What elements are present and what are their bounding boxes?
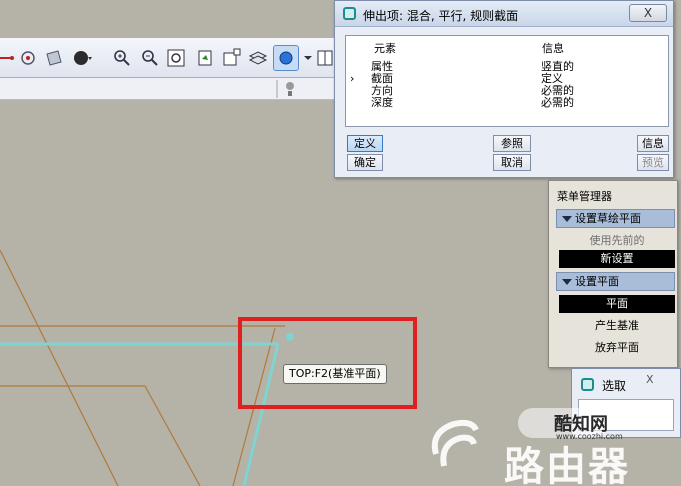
datum-display-icon[interactable] (0, 48, 20, 68)
table-row[interactable]: 方向 必需的 (346, 85, 668, 96)
datum-tooltip: TOP:F2(基准平面) (283, 364, 387, 384)
row-element: 截面 (371, 72, 393, 85)
current-row-marker: › (350, 72, 355, 85)
menu-section-label: 设置草绘平面 (575, 212, 641, 225)
select-window-title: 选取 (602, 379, 627, 393)
dialog-title: 伸出项: 混合, 平行, 规则截面 (363, 9, 519, 23)
view-toolbar (0, 38, 336, 78)
divider (276, 80, 278, 98)
table-row[interactable]: 深度 必需的 (346, 97, 668, 108)
collapse-triangle-icon (562, 279, 572, 285)
menu-manager: 菜单管理器 设置草绘平面 使用先前的 新设置 设置平面 平面 产生基准 放弃平面 (548, 180, 678, 368)
window-icon (581, 378, 594, 391)
annotation-highlight-box (238, 317, 417, 409)
close-button[interactable]: X (629, 4, 667, 22)
menu-section-setup-sketch-plane[interactable]: 设置草绘平面 (556, 209, 675, 228)
column-header-element: 元素 (374, 42, 396, 55)
model-tree-icon[interactable] (316, 48, 336, 68)
shading-icon[interactable] (72, 48, 92, 68)
menu-item-use-previous[interactable]: 使用先前的 (559, 232, 675, 250)
row-info: 必需的 (541, 96, 574, 109)
window-icon (343, 7, 356, 20)
row-info: 必需的 (541, 84, 574, 97)
named-views-icon[interactable] (222, 48, 242, 68)
row-info: 定义 (541, 72, 563, 85)
menu-section-setup-plane[interactable]: 设置平面 (556, 272, 675, 291)
sketch-line-diagonal (144, 385, 201, 486)
menu-manager-title: 菜单管理器 (557, 190, 612, 203)
appearance-button[interactable] (273, 45, 299, 71)
spin-center-icon[interactable] (18, 48, 38, 68)
feature-dialog: 伸出项: 混合, 平行, 规则截面 X 元素 信息 属性 竖直的 › 截面 定义… (334, 0, 674, 178)
zoom-out-icon[interactable] (140, 48, 160, 68)
cancel-button[interactable]: 取消 (493, 154, 531, 171)
table-row[interactable]: 属性 竖直的 (346, 61, 668, 72)
menu-item-create-datum[interactable]: 产生基准 (559, 317, 675, 335)
sketch-line-left (0, 249, 119, 486)
info-button[interactable]: 信息 (637, 135, 669, 152)
ok-button[interactable]: 确定 (347, 154, 383, 171)
collapse-triangle-icon (562, 216, 572, 222)
zoom-in-icon[interactable] (112, 48, 132, 68)
row-element: 方向 (371, 84, 393, 97)
orient-icon[interactable] (44, 48, 64, 68)
menu-item-quit-plane[interactable]: 放弃平面 (559, 339, 675, 357)
refit-icon[interactable] (166, 48, 186, 68)
column-header-info: 信息 (542, 42, 564, 55)
preview-button[interactable]: 预览 (637, 154, 669, 171)
watermark-logo-icon (431, 419, 479, 467)
row-element: 深度 (371, 96, 393, 109)
appearance-icon (279, 51, 293, 65)
menu-section-label: 设置平面 (575, 275, 619, 288)
menu-item-plane[interactable]: 平面 (559, 295, 675, 313)
secondary-toolbar (0, 78, 336, 100)
select-close-button[interactable]: X (646, 373, 654, 386)
table-row[interactable]: › 截面 定义 (346, 73, 668, 84)
row-info: 竖直的 (541, 60, 574, 73)
watermark-big-text: 路由器 (504, 444, 630, 486)
layers-icon[interactable] (248, 48, 268, 68)
define-button[interactable]: 定义 (347, 135, 383, 152)
saved-views-icon[interactable] (196, 48, 216, 68)
menu-item-new-setup[interactable]: 新设置 (559, 250, 675, 268)
reference-button[interactable]: 参照 (493, 135, 531, 152)
element-table: 元素 信息 属性 竖直的 › 截面 定义 方向 必需的 深度 必需的 (345, 35, 669, 127)
dialog-titlebar[interactable]: 伸出项: 混合, 平行, 规则截面 X (335, 1, 673, 27)
watermark: 酷知网 www.coozhi.com 路由器 (420, 400, 681, 486)
light-bulb-icon[interactable] (284, 80, 296, 98)
row-element: 属性 (371, 60, 393, 73)
